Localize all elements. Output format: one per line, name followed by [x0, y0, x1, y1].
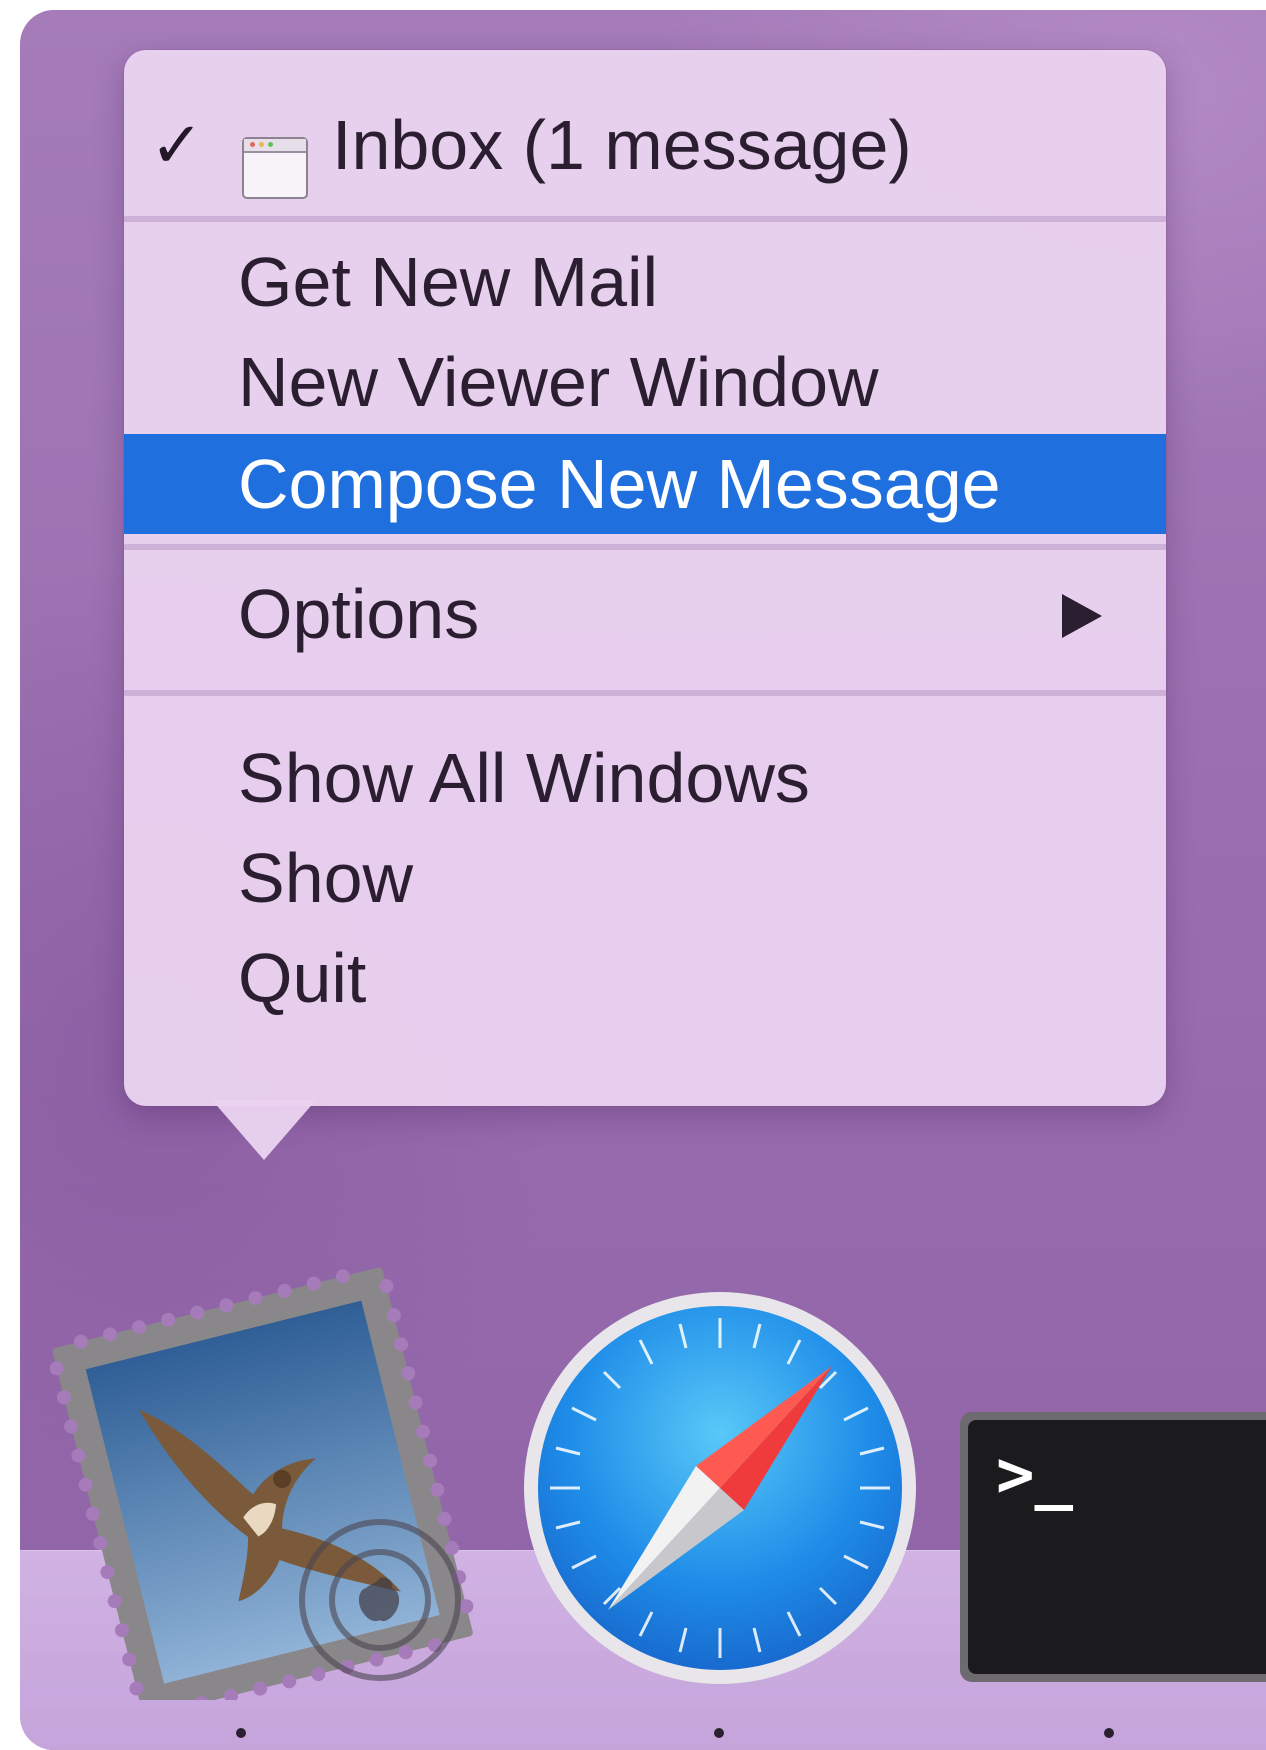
safari-running-indicator: [714, 1728, 724, 1738]
menu-separator: [124, 216, 1166, 222]
menu-pointer: [212, 1100, 316, 1160]
window-icon: [242, 137, 308, 199]
menu-item-new-viewer-window[interactable]: New Viewer Window: [124, 332, 1166, 432]
menu-item-get-new-mail[interactable]: Get New Mail: [124, 232, 1166, 332]
menu-item-label: Get New Mail: [238, 243, 659, 321]
menu-separator: [124, 690, 1166, 696]
mail-running-indicator: [236, 1728, 246, 1738]
checkmark-icon: ✓: [150, 109, 204, 181]
menu-item-label: Quit: [238, 939, 367, 1017]
menu-item-label: Options: [238, 575, 480, 653]
menu-item-label: Inbox (1 message): [332, 106, 912, 184]
mail-app-icon[interactable]: [49, 1260, 490, 1718]
safari-app-icon[interactable]: [520, 1288, 920, 1688]
menu-separator: [124, 544, 1166, 550]
menu-item-quit[interactable]: Quit: [124, 928, 1166, 1028]
terminal-app-icon[interactable]: >_: [960, 1412, 1266, 1682]
terminal-running-indicator: [1104, 1728, 1114, 1738]
menu-item-label: Show All Windows: [238, 739, 810, 817]
menu-item-label: Compose New Message: [238, 445, 1001, 523]
submenu-arrow-icon: [1062, 594, 1102, 638]
menu-item-show-all-windows[interactable]: Show All Windows: [124, 728, 1166, 828]
compass-icon: [524, 1292, 916, 1684]
menu-item-options[interactable]: Options: [124, 564, 1166, 664]
mail-stamp-icon: [49, 1267, 474, 1718]
terminal-screen: >_: [968, 1420, 1266, 1674]
dock-context-menu: ✓ Inbox (1 message) Get New Mail New Vie…: [124, 50, 1166, 1106]
menu-item-label: New Viewer Window: [238, 343, 879, 421]
menu-item-compose-new-message[interactable]: Compose New Message: [124, 434, 1166, 534]
terminal-prompt-icon: >_: [996, 1438, 1074, 1512]
menu-item-label: Show: [238, 839, 414, 917]
menu-item-show[interactable]: Show: [124, 828, 1166, 928]
desktop: ✓ Inbox (1 message) Get New Mail New Vie…: [20, 10, 1266, 1750]
menu-item-inbox-window[interactable]: ✓ Inbox (1 message): [124, 95, 1166, 199]
